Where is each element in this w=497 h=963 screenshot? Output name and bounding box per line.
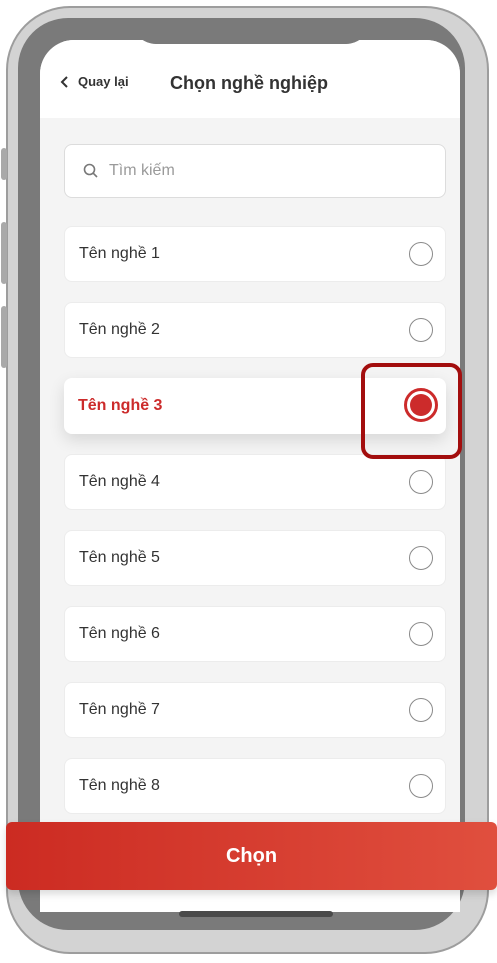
list-item[interactable]: Tên nghề 5	[64, 530, 446, 586]
stage: Quay lại Chọn nghề nghiệp Tên nghề 1 Tên…	[0, 0, 497, 963]
list-item[interactable]: Tên nghề 4	[64, 454, 446, 510]
radio-button[interactable]	[409, 622, 433, 646]
select-button[interactable]: Chọn	[6, 822, 497, 890]
item-label: Tên nghề 6	[79, 625, 160, 642]
chevron-left-icon	[60, 75, 68, 88]
phone-side-button	[1, 222, 7, 284]
item-label: Tên nghề 2	[79, 321, 160, 338]
item-label: Tên nghề 5	[79, 549, 160, 566]
radio-button[interactable]	[409, 774, 433, 798]
radio-button[interactable]	[409, 242, 433, 266]
screen: Quay lại Chọn nghề nghiệp Tên nghề 1 Tên…	[40, 40, 460, 912]
search-box[interactable]	[64, 144, 446, 198]
selection-highlight-box	[361, 363, 462, 459]
item-label: Tên nghề 1	[79, 245, 160, 262]
item-label: Tên nghề 4	[79, 473, 160, 490]
radio-button[interactable]	[409, 470, 433, 494]
search-input[interactable]	[107, 161, 411, 181]
list-item[interactable]: Tên nghề 7	[64, 682, 446, 738]
item-label: Tên nghề 3	[78, 397, 163, 414]
list-item[interactable]: Tên nghề 1	[64, 226, 446, 282]
phone-notch	[132, 40, 370, 44]
item-label: Tên nghề 7	[79, 701, 160, 718]
radio-button[interactable]	[409, 546, 433, 570]
header: Quay lại Chọn nghề nghiệp	[40, 40, 460, 118]
back-label: Quay lại	[78, 74, 129, 89]
list-item[interactable]: Tên nghề 2	[64, 302, 446, 358]
radio-button[interactable]	[409, 318, 433, 342]
phone-side-button	[1, 148, 7, 180]
back-button[interactable]: Quay lại	[60, 74, 129, 89]
item-label: Tên nghề 8	[79, 777, 160, 794]
list-item[interactable]: Tên nghề 6	[64, 606, 446, 662]
radio-button[interactable]	[409, 698, 433, 722]
bottom-safe-area	[40, 890, 460, 912]
search-icon	[83, 163, 98, 178]
home-indicator	[179, 911, 333, 917]
phone-side-button	[1, 306, 7, 368]
list-item[interactable]: Tên nghề 8	[64, 758, 446, 814]
page-title: Chọn nghề nghiệp	[170, 73, 328, 93]
